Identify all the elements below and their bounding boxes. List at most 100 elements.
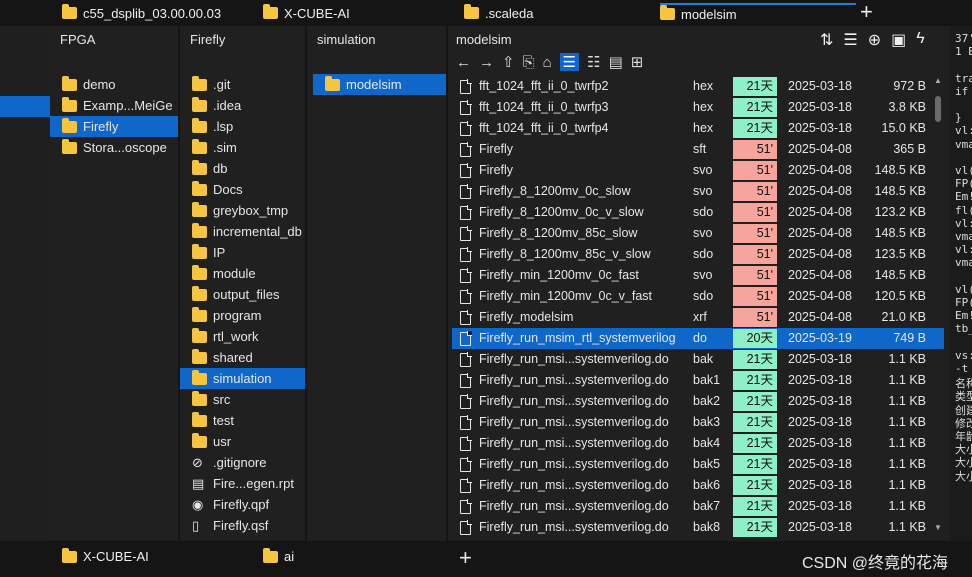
folder-item[interactable]: .sim [180,137,305,158]
folder-item[interactable]: simulation [180,368,305,389]
folder-item[interactable]: Firefly [50,116,178,137]
folder-item[interactable]: src [180,389,305,410]
file-row[interactable]: Firefly_run_msi...systemverilog.do bak 21天… [452,349,944,370]
scrollbar-thumb[interactable] [935,96,941,122]
tab-modelsim[interactable]: modelsim [660,3,856,23]
document-icon [460,79,472,94]
forward-icon[interactable]: → [479,54,494,71]
tiles-view-icon[interactable]: ▤ [609,53,623,71]
file-name: Firefly_8_1200mv_85c_slow [479,226,638,240]
folder-list: demo Examp...MeiGe Firefly Stora...oscope [50,74,178,158]
file-item[interactable]: ▯ Firefly.qsf [180,515,305,536]
folder-item[interactable]: .idea [180,95,305,116]
file-row[interactable]: Firefly_run_msi...systemverilog.do bak4 21… [452,433,944,454]
file-row[interactable]: Firefly svo 51' 2025-04-08 148.5 KB [452,160,944,181]
new-tab-button[interactable]: + [459,545,472,571]
scroll-up-arrow[interactable]: ▲ [934,76,942,85]
file-row[interactable]: Firefly_run_msi...systemverilog.do bak5 21… [452,454,944,475]
folder-label: program [213,308,262,323]
column-title: simulation [317,32,376,47]
folder-item[interactable]: Docs [180,179,305,200]
folder-item[interactable]: Stora...oscope [50,137,178,158]
folder-item[interactable]: .lsp [180,116,305,137]
folder-item[interactable]: output_files [180,284,305,305]
tab-scaleda[interactable]: .scaleda [464,3,533,23]
file-row[interactable]: fft_1024_fft_ii_0_twrfp2 hex 21天 2025-03-18… [452,76,944,97]
file-icon [460,394,472,409]
file-row[interactable]: Firefly_run_msim_rtl_systemverilog do 20天 2… [452,328,944,349]
file-row[interactable]: fft_1024_fft_ii_0_twrfp4 hex 21天 2025-03-18… [452,118,944,139]
file-row[interactable]: Firefly_8_1200mv_85c_slow svo 51' 2025-04-0… [452,223,944,244]
up-icon[interactable]: ⇧ [502,53,515,71]
file-size: 148.5 KB [874,184,926,198]
file-name: fft_1024_fft_ii_0_twrfp2 [479,79,609,93]
folder-icon [192,264,207,280]
folder-item[interactable]: IP [180,242,305,263]
back-icon[interactable]: ← [456,54,471,71]
file-row[interactable]: Firefly_8_1200mv_0c_slow svo 51' 2025-04-08… [452,181,944,202]
file-item[interactable]: ⊘ .gitignore [180,452,305,473]
document-icon [460,331,472,346]
folder-item[interactable]: test [180,410,305,431]
file-row[interactable]: Firefly_run_msi...systemverilog.do bak1 21… [452,370,944,391]
sort-icon[interactable]: ⇅ [820,30,833,50]
copy-icon[interactable]: ⎘ [523,54,535,71]
file-row[interactable]: Firefly_min_1200mv_0c_fast svo 51' 2025-04-… [452,265,944,286]
file-type: bak [693,352,714,366]
folder-item[interactable]: shared [180,347,305,368]
tab-c55-dsplib[interactable]: c55_dsplib_03.00.00.03 [62,3,221,23]
list-icon[interactable]: ☰ [843,30,857,50]
file-name: Firefly_run_msi...systemverilog.do [479,394,669,408]
folder-item[interactable]: .git [180,74,305,95]
file-name: Firefly_run_msi...systemverilog.do [479,373,669,387]
folder-item[interactable]: program [180,305,305,326]
home-icon[interactable]: ⌂ [543,54,552,71]
folder-item[interactable]: incremental_db [180,221,305,242]
preview-line: Em! [955,190,972,204]
file-date: 2025-04-08 [788,289,852,303]
file-row[interactable]: Firefly_8_1200mv_85c_v_slow sdo 51' 2025-04… [452,244,944,265]
file-row[interactable]: Firefly_run_msi...systemverilog.do bak8 21… [452,517,944,538]
file-icon [460,499,472,514]
tab-x-cube-ai[interactable]: X-CUBE-AI [263,3,350,23]
list-view-icon[interactable]: ☷ [587,53,600,71]
file-row[interactable]: fft_1024_fft_ii_0_twrfp3 hex 21天 2025-03-18… [452,97,944,118]
document-icon [460,394,472,409]
bottom-tab-x-cube-ai[interactable]: X-CUBE-AI [62,547,149,564]
file-item[interactable]: ▤ Fire...egen.rpt [180,473,305,494]
document-icon [460,289,472,304]
document-icon [460,100,472,115]
file-date: 2025-04-08 [788,247,852,261]
folder-item[interactable]: modelsim [313,74,446,95]
document-icon [460,184,472,199]
folder-item[interactable]: Examp...MeiGe [50,95,178,116]
icons-view-icon[interactable]: ⊞ [631,53,644,71]
folder-icon [192,390,207,406]
file-type: bak8 [693,520,721,534]
bottom-tab-ai[interactable]: ai [263,547,294,564]
lightning-icon[interactable]: ϟ [916,30,924,50]
folder-item[interactable]: usr [180,431,305,452]
file-name: Firefly_run_msi...systemverilog.do [479,415,669,429]
scroll-down-arrow[interactable]: ▼ [934,523,942,532]
folder-item[interactable]: rtl_work [180,326,305,347]
file-row[interactable]: Firefly_run_msi...systemverilog.do bak3 21… [452,412,944,433]
folder-item[interactable]: greybox_tmp [180,200,305,221]
new-tab-button[interactable]: + [860,1,873,23]
file-row[interactable]: Firefly_min_1200mv_0c_v_fast sdo 51' 2025-0… [452,286,944,307]
file-row[interactable]: Firefly_8_1200mv_0c_v_slow sdo 51' 2025-04-… [452,202,944,223]
preview-line: Em! [955,309,972,323]
file-row[interactable]: Firefly_modelsim xrf 51' 2025-04-08 21.0 KB [452,307,944,328]
file-item[interactable]: ◉ Firefly.qpf [180,494,305,515]
folder-label: Stora...oscope [83,140,167,155]
folder-item[interactable]: module [180,263,305,284]
file-row[interactable]: Firefly_run_msi...systemverilog.do bak7 21… [452,496,944,517]
file-row[interactable]: Firefly_run_msi...systemverilog.do bak2 21… [452,391,944,412]
clipboard-icon[interactable]: ▣ [891,30,906,50]
details-view-icon[interactable]: ☰ [559,53,580,71]
file-row[interactable]: Firefly sft 51' 2025-04-08 365 B [452,139,944,160]
file-row[interactable]: Firefly_run_msi...systemverilog.do bak6 21… [452,475,944,496]
add-icon[interactable]: ⊕ [868,30,881,50]
folder-item[interactable]: db [180,158,305,179]
folder-item[interactable]: demo [50,74,178,95]
